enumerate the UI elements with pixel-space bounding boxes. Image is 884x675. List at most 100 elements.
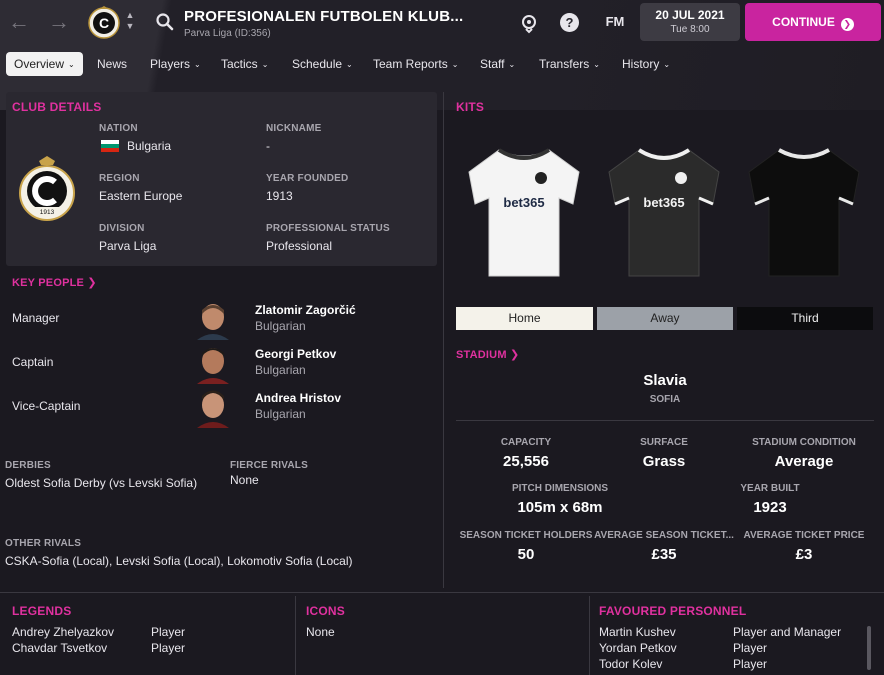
stadium-city: SOFIA [649, 394, 681, 405]
club-badge-icon[interactable]: C [87, 5, 121, 39]
icons-title: ICONS [306, 604, 346, 618]
kit-tab-away[interactable]: Away [597, 307, 733, 330]
tab-schedule[interactable]: Schedule ⌄ [292, 52, 353, 76]
chevron-right-icon: ❯ [509, 349, 520, 361]
favoured-scrollbar[interactable] [867, 626, 871, 670]
kit-tab-third[interactable]: Third [737, 307, 873, 330]
third-kit-shirt-icon[interactable] [741, 142, 867, 282]
derbies-label: DERBIES [5, 460, 51, 471]
stadium-name[interactable]: Slavia [456, 372, 874, 389]
captain-name[interactable]: Georgi Petkov [255, 347, 336, 361]
current-time: Tue 8:00 [670, 24, 710, 35]
svg-text:bet365: bet365 [503, 195, 544, 210]
svg-text:C: C [99, 15, 109, 31]
column-divider [443, 92, 444, 588]
legends-title: LEGENDS [12, 604, 72, 618]
tab-news[interactable]: News [97, 52, 127, 76]
region-value: Eastern Europe [99, 189, 183, 203]
surface-label: SURFACE [640, 437, 688, 448]
captain-face-icon[interactable] [195, 344, 231, 384]
tab-history[interactable]: History ⌄ [622, 52, 670, 76]
division-value[interactable]: Parva Liga [99, 239, 156, 253]
other-rivals-value[interactable]: CSKA-Sofia (Local), Levski Sofia (Local)… [5, 554, 352, 568]
kits-title: KITS [456, 100, 485, 114]
help-icon[interactable]: ? [560, 13, 579, 32]
nickname-value: - [266, 139, 270, 153]
fierce-rivals-label: FIERCE RIVALS [230, 460, 308, 471]
club-subtitle: Parva Liga (ID:356) [184, 28, 271, 39]
club-switcher-chevrons-icon[interactable]: ▲ ▼ [124, 10, 136, 32]
legend-name[interactable]: Chavdar Tsvetkov [12, 641, 107, 655]
tab-team-reports[interactable]: Team Reports ⌄ [373, 52, 458, 76]
professional-status-value: Professional [266, 239, 333, 253]
social-feed-icon[interactable] [518, 12, 540, 34]
tab-staff[interactable]: Staff ⌄ [480, 52, 515, 76]
back-arrow-icon[interactable]: ← [8, 9, 30, 35]
fierce-rivals-value: None [230, 473, 259, 487]
tab-transfers[interactable]: Transfers ⌄ [539, 52, 600, 76]
date-display[interactable]: 20 JUL 2021 Tue 8:00 [640, 3, 740, 41]
capacity-label: CAPACITY [500, 437, 552, 448]
legend-role: Player [151, 641, 186, 655]
professional-status-label: PROFESSIONAL STATUS [266, 223, 390, 234]
nickname-label: NICKNAME [266, 123, 322, 134]
favoured-name[interactable]: Todor Kolev [599, 657, 662, 671]
bottom-divider-2 [589, 596, 590, 675]
club-details-title: CLUB DETAILS [12, 100, 102, 114]
kit-tab-home[interactable]: Home [456, 307, 593, 330]
nation-value[interactable]: Bulgaria [127, 139, 171, 153]
favoured-role: Player [733, 641, 768, 655]
club-crest-icon: 1913 [19, 156, 75, 221]
captain-nationality: Bulgarian [255, 363, 306, 377]
favoured-role: Player [733, 657, 768, 671]
favoured-name[interactable]: Martin Kushev [599, 625, 676, 639]
bottom-divider [0, 592, 884, 593]
division-label: DIVISION [99, 223, 145, 234]
role-vice-captain: Vice-Captain [12, 399, 81, 413]
stadium-condition-value: Average [774, 453, 834, 470]
bulgaria-flag-icon [101, 140, 119, 152]
favoured-role: Player and Manager [733, 625, 842, 639]
role-manager: Manager [12, 311, 60, 325]
average-season-ticket-label: AVERAGE SEASON TICKET... [594, 530, 734, 541]
manager-face-icon[interactable] [195, 300, 231, 340]
tab-players[interactable]: Players ⌄ [150, 52, 201, 76]
favoured-name[interactable]: Yordan Petkov [599, 641, 677, 655]
tab-overview[interactable]: Overview ⌄ [6, 52, 83, 76]
continue-arrow-icon: ❯ [840, 18, 854, 31]
fm-menu-icon[interactable]: FM [603, 14, 627, 36]
search-icon[interactable] [155, 12, 175, 32]
vice-captain-name[interactable]: Andrea Hristov [255, 391, 341, 405]
surface-value: Grass [642, 453, 686, 470]
bottom-divider-1 [295, 596, 296, 675]
year-built-value: 1923 [753, 499, 787, 516]
pitch-dimensions-value: 105m x 68m [517, 499, 603, 516]
club-name: PROFESIONALEN FUTBOLEN KLUB... [184, 8, 464, 25]
derbies-value[interactable]: Oldest Sofia Derby (vs Levski Sofia) [5, 476, 197, 490]
stadium-title[interactable]: STADIUM ❯ [456, 348, 519, 361]
svg-text:bet365: bet365 [643, 195, 684, 210]
season-ticket-holders-label: SEASON TICKET HOLDERS [459, 530, 593, 541]
away-kit-shirt-icon[interactable]: bet365 [601, 142, 727, 282]
season-ticket-holders-value: 50 [517, 546, 535, 563]
vice-captain-face-icon[interactable] [195, 388, 231, 428]
favoured-personnel-title: FAVOURED PERSONNEL [599, 604, 747, 618]
nation-label: NATION [99, 123, 138, 134]
capacity-value: 25,556 [503, 453, 549, 470]
stadium-divider [456, 420, 874, 421]
pitch-dimensions-label: PITCH DIMENSIONS [511, 483, 609, 494]
tab-tactics[interactable]: Tactics ⌄ [221, 52, 268, 76]
manager-name[interactable]: Zlatomir Zagorčić [255, 303, 356, 317]
key-people-title[interactable]: KEY PEOPLE ❯ [12, 276, 97, 289]
home-kit-shirt-icon[interactable]: bet365 [461, 142, 587, 282]
average-season-ticket-value: £35 [651, 546, 677, 563]
average-ticket-price-value: £3 [795, 546, 813, 563]
year-founded-label: YEAR FOUNDED [266, 173, 349, 184]
forward-arrow-icon[interactable]: → [48, 9, 70, 35]
continue-label: CONTINUE [772, 15, 835, 29]
continue-button[interactable]: CONTINUE ❯ [745, 3, 881, 41]
average-ticket-price-label: AVERAGE TICKET PRICE [743, 530, 865, 541]
year-founded-value: 1913 [266, 189, 293, 203]
legend-name[interactable]: Andrey Zhelyazkov [12, 625, 114, 639]
manager-nationality: Bulgarian [255, 319, 306, 333]
